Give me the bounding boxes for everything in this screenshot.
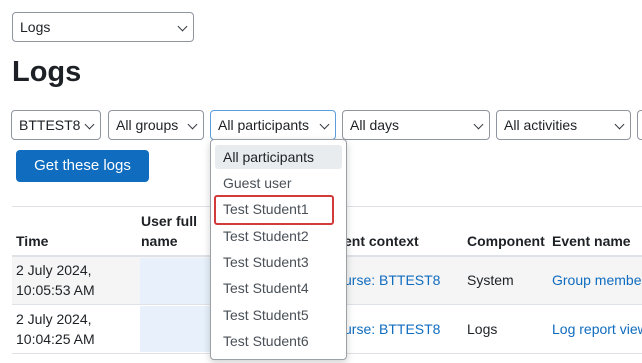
groups-select[interactable]: All groups	[108, 110, 204, 140]
row-event-name-link[interactable]: Log report view	[552, 319, 642, 339]
row-component: System	[467, 272, 514, 288]
option-test-student4[interactable]: Test Student4	[215, 276, 342, 300]
page-title: Logs	[12, 56, 82, 88]
course-select-value: BTTEST8	[19, 117, 81, 133]
participants-select[interactable]: All participants	[210, 110, 336, 140]
groups-select-value: All groups	[116, 117, 179, 133]
user-avatar-blurred	[140, 258, 210, 304]
row-time-line2: 10:05:53 AM	[16, 282, 95, 298]
education-level-select[interactable]	[637, 110, 642, 140]
row-time-line1: 2 July 2024,	[16, 262, 92, 278]
row-event-context-link[interactable]: urse: BTTEST8	[344, 319, 440, 339]
course-select[interactable]: BTTEST8	[11, 110, 101, 140]
user-avatar-blurred	[140, 306, 210, 352]
chevron-down-icon	[614, 119, 625, 130]
report-type-select[interactable]: Logs	[12, 12, 194, 42]
header-event-name: Event name	[552, 233, 631, 249]
option-test-student3[interactable]: Test Student3	[215, 250, 342, 274]
chevron-down-icon	[319, 119, 330, 130]
participants-dropdown-list[interactable]: All participants Guest user Test Student…	[210, 139, 347, 360]
row-time-line1: 2 July 2024,	[16, 311, 92, 327]
activities-select[interactable]: All activities	[496, 110, 631, 140]
participants-select-value: All participants	[218, 117, 310, 133]
option-guest-user[interactable]: Guest user	[215, 171, 342, 195]
option-test-student5[interactable]: Test Student5	[215, 303, 342, 327]
days-select[interactable]: All days	[342, 110, 490, 140]
row-event-name-link[interactable]: Group member	[552, 270, 642, 290]
report-type-select-value: Logs	[20, 19, 51, 35]
activities-select-value: All activities	[504, 117, 578, 133]
header-user-full-name-line1: User full	[141, 213, 198, 229]
annotation-highlight-box	[214, 195, 334, 225]
header-time: Time	[16, 233, 49, 249]
chevron-down-icon	[473, 119, 484, 130]
header-event-context: ent context	[344, 233, 419, 249]
option-test-student2[interactable]: Test Student2	[215, 224, 342, 248]
row-time-line2: 10:04:25 AM	[16, 331, 95, 347]
chevron-down-icon	[84, 119, 95, 130]
get-logs-button[interactable]: Get these logs	[16, 150, 149, 182]
header-component: Component	[467, 233, 545, 249]
chevron-down-icon	[187, 119, 198, 130]
row-component: Logs	[467, 321, 498, 337]
header-user-full-name-line2: name	[141, 233, 178, 249]
option-test-student6[interactable]: Test Student6	[215, 329, 342, 353]
days-select-value: All days	[350, 117, 400, 133]
chevron-down-icon	[177, 21, 188, 32]
row-event-context-link[interactable]: urse: BTTEST8	[344, 270, 440, 290]
option-all-participants[interactable]: All participants	[215, 145, 342, 169]
